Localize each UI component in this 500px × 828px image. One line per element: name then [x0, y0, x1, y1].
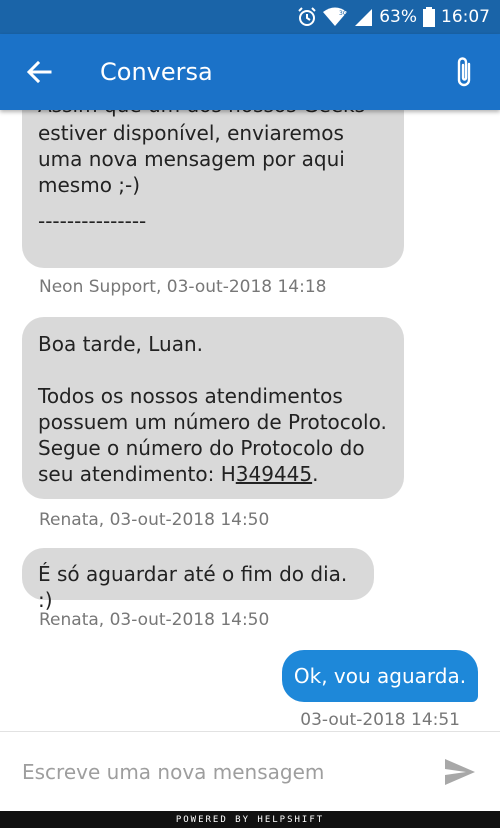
- send-icon: [445, 758, 475, 785]
- message-greeting: Boa tarde, Luan.: [38, 332, 204, 356]
- attach-button[interactable]: [430, 34, 500, 110]
- message-meta: Renata, 03-out-2018 14:50: [39, 510, 270, 530]
- powered-by-footer: POWERED BY HELPSHIFT: [0, 811, 500, 828]
- svg-text:3G: 3G: [339, 10, 347, 17]
- back-button[interactable]: [0, 34, 78, 110]
- message-divider: ---------------: [38, 209, 147, 233]
- message-text: Ok, vou aguarda.: [293, 664, 467, 688]
- message-input[interactable]: [0, 741, 420, 802]
- message-meta: Neon Support, 03-out-2018 14:18: [39, 277, 327, 297]
- battery-icon: [423, 7, 435, 27]
- message-meta: 03-out-2018 14:51: [300, 710, 460, 730]
- message-bubble-agent: Boa tarde, Luan. Todos os nossos atendim…: [22, 317, 404, 499]
- status-bar: 3G 63% 16:07: [0, 0, 500, 34]
- wifi-icon: 3G: [323, 7, 348, 27]
- clock: 16:07: [441, 7, 490, 27]
- message-bubble-support: Assim que um dos nossos Geeks estiver di…: [22, 110, 404, 268]
- send-button[interactable]: [420, 732, 500, 812]
- app-bar: Conversa: [0, 34, 500, 110]
- protocol-number[interactable]: 349445: [236, 462, 312, 486]
- paperclip-icon: [457, 57, 471, 87]
- signal-icon: [353, 7, 373, 27]
- composer: [0, 731, 500, 811]
- message-text: É só aguardar até o fim do dia. :): [38, 562, 354, 612]
- message-bubble-agent: É só aguardar até o fim do dia. :): [22, 548, 374, 612]
- message-list[interactable]: Assim que um dos nossos Geeks estiver di…: [0, 110, 500, 730]
- arrow-left-icon: [26, 60, 52, 84]
- message-text: Todos os nossos atendimentos possuem um …: [38, 384, 387, 486]
- alarm-icon: [297, 7, 317, 27]
- page-title: Conversa: [100, 58, 213, 86]
- message-text: Assim que um dos nossos Geeks: [38, 110, 398, 118]
- message-bubble-user: Ok, vou aguarda.: [282, 650, 478, 702]
- message-meta: Renata, 03-out-2018 14:50: [39, 610, 270, 630]
- battery-level: 63%: [379, 7, 417, 27]
- message-text: estiver disponível, enviaremos uma nova …: [38, 121, 345, 197]
